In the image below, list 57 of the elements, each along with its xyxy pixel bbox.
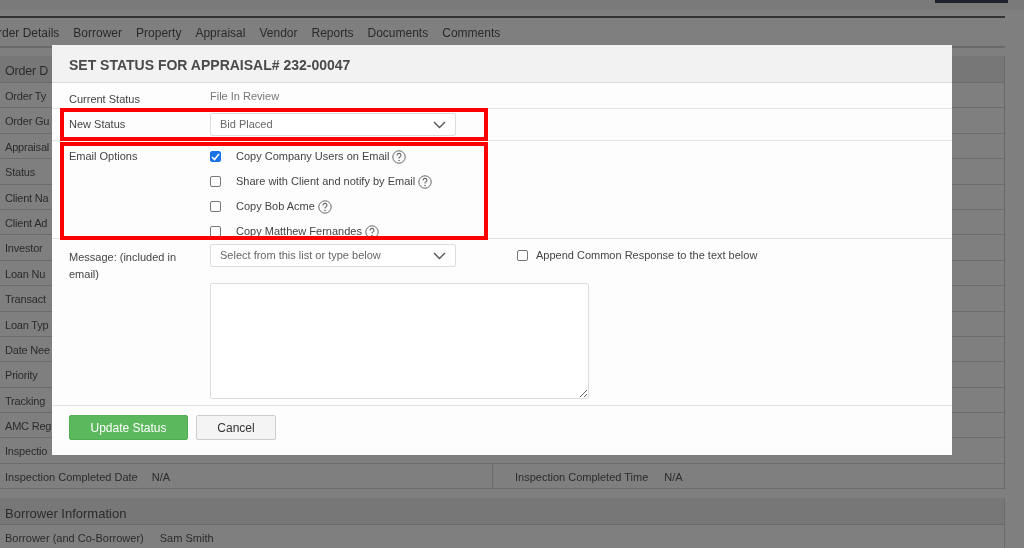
checkbox[interactable]: [517, 250, 528, 261]
field-label: Order Gu: [5, 115, 50, 128]
field-label: Tracking: [5, 394, 46, 407]
field-value: File In Review: [210, 89, 280, 104]
cancel-button[interactable]: Cancel: [196, 415, 276, 440]
status-select[interactable]: Bid Placed: [210, 113, 456, 136]
dialog-title: SET STATUS FOR APPRAISAL# 232-00047: [69, 57, 351, 73]
checkbox[interactable]: [210, 201, 221, 212]
field-label: Inspection Completed Time: [515, 469, 649, 483]
field-label: Appraisal: [5, 140, 50, 153]
nav-tab[interactable]: Reports: [311, 24, 354, 46]
field-label: Order Ty: [5, 90, 46, 102]
field-label: Inspectio: [5, 445, 48, 458]
field-label: Borrower (and Co-Borrower): [5, 530, 144, 545]
option-label: Append Common Response to the text below: [536, 248, 758, 264]
nav-tab[interactable]: Appraisal: [195, 24, 246, 46]
field-label: Message: (included in email): [69, 250, 177, 282]
field-value: N/A: [664, 469, 683, 483]
select-placeholder: Select from this list or type below: [220, 248, 381, 264]
field-label: Status: [5, 166, 35, 179]
checkbox[interactable]: [210, 151, 221, 162]
panel-title: Borrower Information: [5, 505, 127, 521]
field-label: Inspection Completed Date: [5, 469, 138, 483]
nav-tab[interactable]: Borrower: [73, 24, 123, 46]
update-button[interactable]: Update Status: [69, 415, 188, 440]
field-label: Loan Typ: [5, 318, 49, 331]
field-label: Priority: [5, 369, 38, 382]
option-label: Copy Matthew Fernandes: [236, 224, 362, 240]
field-label: Date Nee: [5, 343, 50, 356]
option-label: Share with Client and notify by Email: [236, 174, 416, 190]
field-label: Client Ad: [5, 216, 48, 229]
field-label: Current Status: [69, 92, 141, 107]
message-field[interactable]: [210, 283, 589, 399]
checkbox[interactable]: [210, 226, 221, 237]
help-icon[interactable]: [389, 149, 407, 164]
response-select[interactable]: Select from this list or type below: [210, 244, 456, 267]
chevron-down-icon: [433, 251, 446, 260]
nav-tab[interactable]: Property: [136, 24, 182, 46]
field-label: Transact: [5, 293, 46, 306]
field-label: Client Na: [5, 191, 49, 204]
nav-tab[interactable]: Comments: [442, 24, 501, 46]
field-label: Loan Nu: [5, 267, 46, 280]
field-value: Sam Smith: [159, 530, 214, 545]
field-value: N/A: [151, 469, 171, 483]
field-label: AMC Reg: [5, 420, 52, 433]
option-label: Copy Bob Acme: [236, 199, 315, 215]
field-label: Investor: [5, 242, 43, 255]
panel-title: Order D: [5, 64, 49, 78]
checkbox[interactable]: [210, 176, 221, 187]
nav-tab[interactable]: Documents: [367, 24, 429, 46]
nav-tab[interactable]: Vendor: [259, 24, 298, 46]
help-icon[interactable]: [415, 174, 433, 189]
field-label: Email Options: [69, 149, 139, 164]
option-label: Copy Company Users on Email: [236, 149, 390, 165]
field-label: New Status: [69, 117, 127, 133]
chevron-down-icon: [433, 120, 446, 129]
select-value: Bid Placed: [220, 117, 273, 133]
